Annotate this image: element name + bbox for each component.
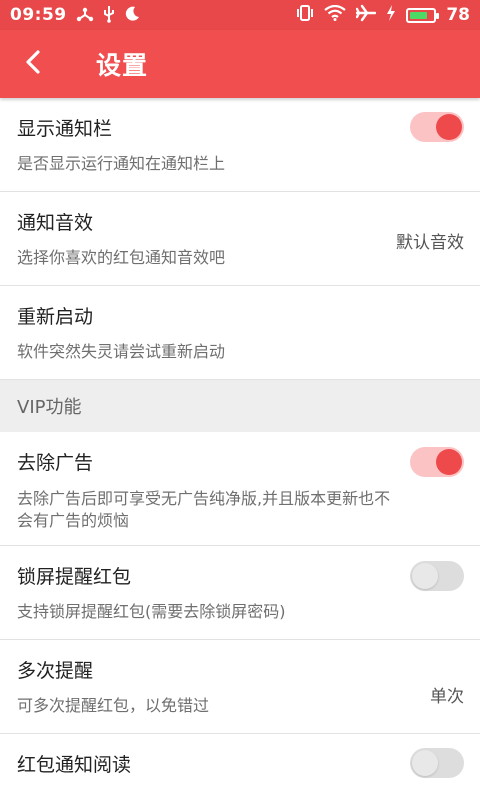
page-title: 设置 (96, 51, 149, 80)
setting-title: 显示通知栏 (17, 118, 113, 140)
charging-icon (386, 4, 396, 26)
vibrate-icon (296, 4, 314, 26)
settings-list: 显示通知栏 是否显示运行通知在通知栏上 通知音效 选择你喜欢的红包通知音效吧 默… (0, 98, 480, 800)
setting-title: 锁屏提醒红包 (17, 566, 132, 588)
setting-title: 去除广告 (17, 452, 94, 474)
setting-subtitle: 是否显示运行通知在通知栏上 (17, 154, 226, 173)
setting-notification-sound[interactable]: 通知音效 选择你喜欢的红包通知音效吧 默认音效 (0, 192, 480, 286)
vip-section-header: VIP功能 (0, 380, 480, 432)
wifi-icon (324, 4, 347, 26)
setting-restart[interactable]: 重新启动 软件突然失灵请尝试重新启动 (0, 286, 480, 380)
setting-title: 重新启动 (17, 306, 94, 328)
moon-icon (124, 6, 140, 25)
show-notification-toggle[interactable] (410, 112, 464, 142)
app-bar: 设置 (0, 30, 480, 98)
battery-percentage: 78 (446, 5, 470, 25)
chevron-left-icon (25, 50, 41, 78)
setting-remove-ads[interactable]: 去除广告 去除广告后即可享受无广告纯净版,并且版本更新也不 会有广告的烦恼 (0, 432, 480, 546)
setting-title: 多次提醒 (17, 660, 94, 682)
status-time: 09:59 (10, 5, 67, 25)
back-button[interactable] (0, 30, 70, 98)
battery-icon (406, 7, 440, 23)
setting-subtitle: 可多次提醒红包，以免错过 (17, 696, 210, 715)
setting-show-notification[interactable]: 显示通知栏 是否显示运行通知在通知栏上 (0, 98, 480, 192)
usb-icon (103, 5, 115, 26)
setting-subtitle: 支持锁屏提醒红包(需要去除锁屏密码) (17, 602, 286, 621)
remove-ads-toggle[interactable] (410, 447, 464, 477)
share-icon (76, 6, 94, 25)
lockscreen-alert-toggle[interactable] (410, 561, 464, 591)
status-bar: 09:59 78 (0, 0, 480, 30)
notification-sound-value: 默认音效 (396, 233, 464, 253)
airplane-icon (356, 4, 377, 27)
setting-lockscreen-alert[interactable]: 锁屏提醒红包 支持锁屏提醒红包(需要去除锁屏密码) (0, 546, 480, 640)
setting-subtitle: 软件突然失灵请尝试重新启动 (17, 342, 226, 361)
multiple-alerts-value: 单次 (430, 687, 464, 707)
setting-subtitle: 选择你喜欢的红包通知音效吧 (17, 248, 226, 267)
setting-read-notification[interactable]: 红包通知阅读 (0, 734, 480, 800)
setting-subtitle: 去除广告后即可享受无广告纯净版,并且版本更新也不 (17, 489, 391, 508)
setting-subtitle-continued: 会有广告的烦恼 (17, 511, 130, 530)
setting-title: 红包通知阅读 (17, 754, 132, 776)
setting-multiple-alerts[interactable]: 多次提醒 可多次提醒红包，以免错过 单次 (0, 640, 480, 734)
setting-title: 通知音效 (17, 212, 94, 234)
read-notification-toggle[interactable] (410, 748, 464, 778)
